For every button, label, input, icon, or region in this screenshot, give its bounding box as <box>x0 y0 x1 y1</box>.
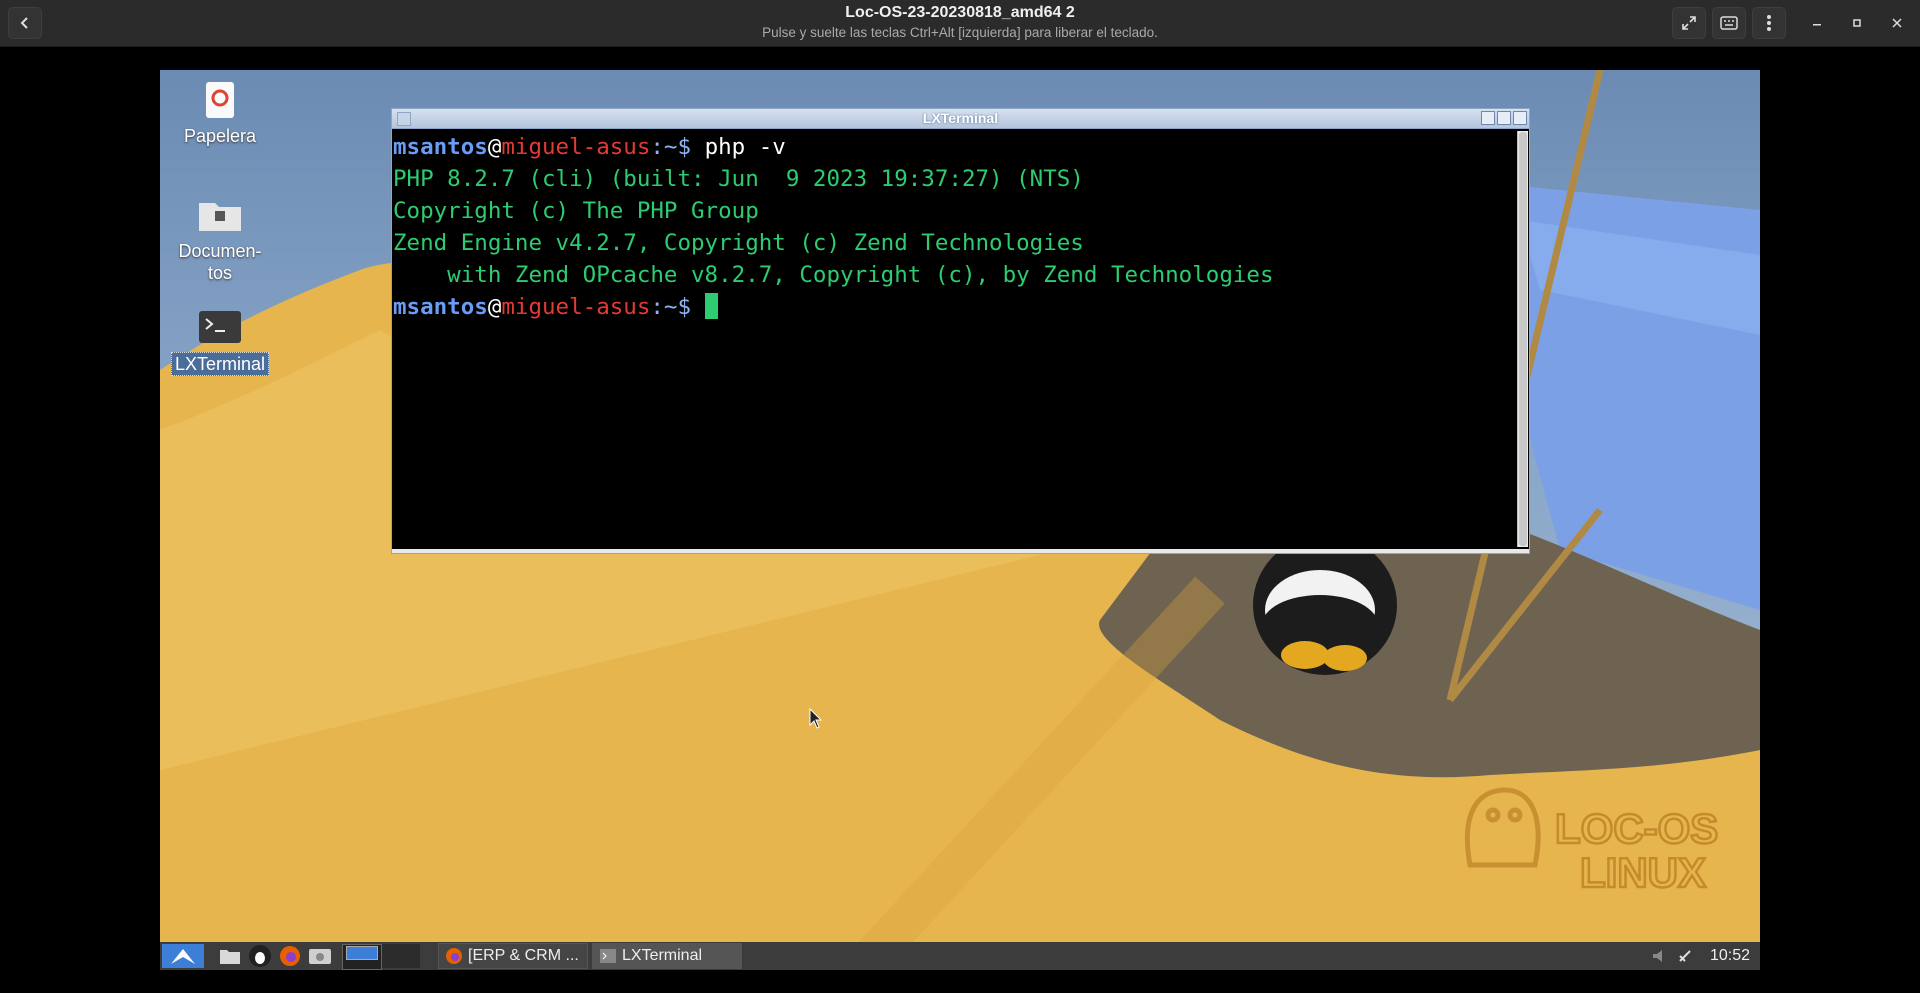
logo-text-linux: LINUX <box>1580 849 1706 896</box>
taskbar-task-lxterminal[interactable]: LXTerminal <box>592 943 742 969</box>
menu-icon <box>1767 15 1771 31</box>
window-title: Loc-OS-23-20230818_amd64 2 <box>845 4 1075 21</box>
desktop-icon-trash[interactable]: Papelera <box>165 80 275 147</box>
vm-display[interactable]: LOC-OS LINUX Papelera Documen- tos LXTer… <box>160 70 1760 970</box>
prompt-line: msantos@miguel-asus:~$ <box>393 291 1514 323</box>
terminal-icon <box>600 949 616 963</box>
terminal-maximize-button[interactable] <box>1497 111 1511 125</box>
file-manager-launcher[interactable] <box>218 944 242 968</box>
firefox-launcher[interactable] <box>278 944 302 968</box>
maximize-button[interactable] <box>1846 12 1868 34</box>
fullscreen-button[interactable] <box>1672 7 1706 39</box>
volume-button[interactable] <box>1650 944 1670 968</box>
minimize-icon <box>1813 24 1821 26</box>
penguin-app-launcher[interactable] <box>248 944 272 968</box>
firefox-icon <box>280 946 300 966</box>
network-icon <box>1679 950 1691 962</box>
scrollbar-thumb[interactable] <box>1519 132 1527 546</box>
settings-launcher[interactable] <box>307 944 333 968</box>
workspace-2[interactable] <box>382 944 420 968</box>
terminal-output[interactable]: msantos@miguel-asus:~$ php -v PHP 8.2.7 (… <box>392 129 1515 549</box>
volume-icon <box>1653 950 1662 962</box>
window-subtitle: Pulse y suelte las teclas Ctrl+Alt [izqu… <box>762 25 1158 40</box>
terminal-scrollbar[interactable] <box>1517 131 1528 547</box>
start-menu-button[interactable] <box>162 944 204 968</box>
taskbar: [ERP & CRM ... LXTerminal 10:52 <box>160 942 1760 970</box>
network-button[interactable] <box>1675 944 1695 968</box>
taskbar-task-firefox[interactable]: [ERP & CRM ... <box>438 943 588 969</box>
lxterminal-window[interactable]: LXTerminal msantos@miguel-asus:~$ php -v… <box>391 108 1530 554</box>
trash-icon <box>206 82 234 118</box>
keyboard-button[interactable] <box>1712 7 1746 39</box>
penguin-icon <box>249 945 271 967</box>
workspace-1[interactable] <box>342 944 382 970</box>
command-text: php -v <box>691 134 786 160</box>
terminal-icon <box>199 311 241 343</box>
desktop-icon-lxterminal[interactable]: LXTerminal <box>165 307 275 376</box>
mouse-pointer-icon <box>809 708 823 729</box>
desktop-icon-label: Papelera <box>183 126 257 146</box>
text-cursor <box>704 293 718 319</box>
logo-text-loc-os: LOC-OS <box>1555 805 1718 852</box>
prompt-line: msantos@miguel-asus:~$ php -v <box>393 134 786 160</box>
folder-icon <box>199 203 241 231</box>
menu-button[interactable] <box>1752 7 1786 39</box>
minimize-button[interactable] <box>1806 12 1828 34</box>
desktop-icon-label: LXTerminal <box>170 352 270 376</box>
desktop-icon-label: Documen- tos <box>178 241 262 283</box>
task-label: LXTerminal <box>622 947 703 964</box>
maximize-icon <box>1853 19 1861 27</box>
output-line: PHP 8.2.7 (cli) (built: Jun 9 2023 19:37… <box>393 166 1084 192</box>
terminal-title: LXTerminal <box>922 110 999 126</box>
output-line: Copyright (c) The PHP Group <box>393 198 759 224</box>
start-menu-icon <box>171 949 195 964</box>
fullscreen-icon <box>1682 16 1696 30</box>
clock[interactable]: 10:52 <box>1705 944 1755 968</box>
terminal-titlebar[interactable]: LXTerminal <box>392 109 1529 129</box>
folder-icon <box>220 950 240 964</box>
gear-icon <box>309 949 331 964</box>
terminal-bottom-edge <box>392 549 1529 553</box>
output-line: Zend Engine v4.2.7, Copyright (c) Zend T… <box>393 230 1084 256</box>
terminal-minimize-button[interactable] <box>1481 111 1495 125</box>
output-line: with Zend OPcache v8.2.7, Copyright (c),… <box>393 262 1274 288</box>
keyboard-icon <box>1720 16 1738 30</box>
close-icon <box>1892 18 1902 28</box>
firefox-icon <box>446 948 462 964</box>
close-button[interactable] <box>1886 12 1908 34</box>
desktop-icon-documents[interactable]: Documen- tos <box>165 195 275 284</box>
vm-header-bar: Loc-OS-23-20230818_amd64 2 Pulse y suelt… <box>0 0 1920 47</box>
window-menu-icon[interactable] <box>397 112 411 126</box>
task-label: [ERP & CRM ... <box>468 947 579 964</box>
terminal-close-button[interactable] <box>1513 111 1527 125</box>
